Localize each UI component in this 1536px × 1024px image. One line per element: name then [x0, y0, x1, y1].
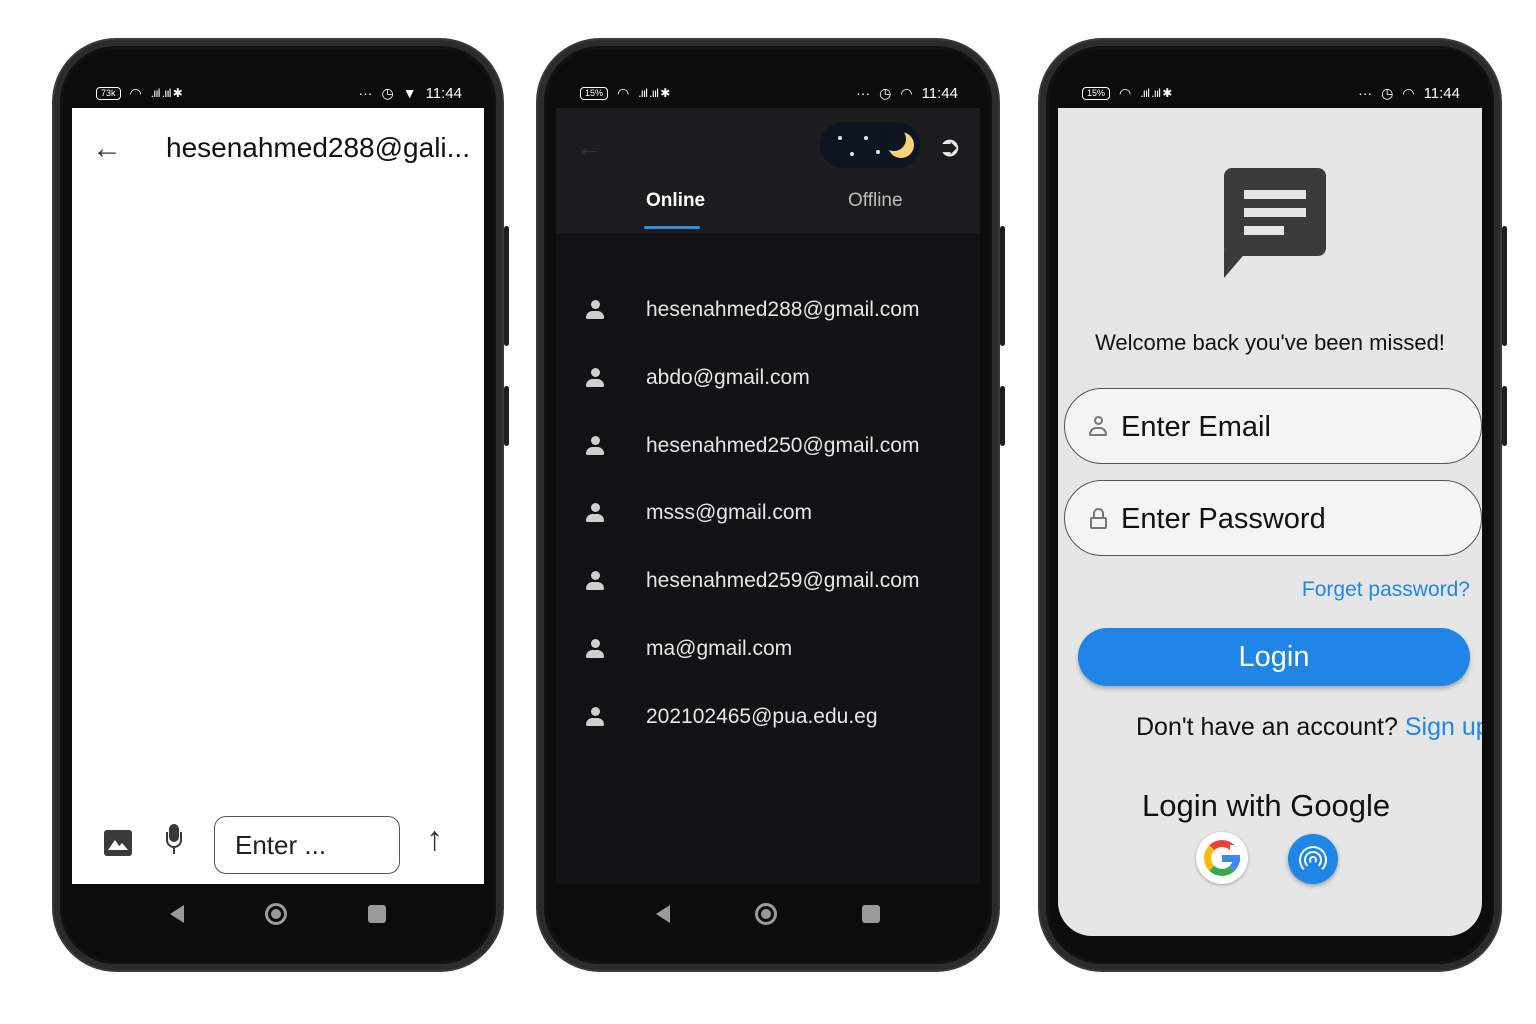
person-icon [586, 436, 604, 456]
wifi-icon: ▼ [402, 85, 417, 101]
signal-icon: .ııl .ııl ✱ [1140, 86, 1172, 100]
more-icon: ··· [358, 85, 373, 101]
wifi-icon: ◠ [129, 84, 142, 101]
status-bar: 73k ◠ .ııl .ııl ✱ ··· ◷ ▼ 11:44 [96, 76, 462, 110]
users-header: ← ➲ Online Offline [556, 108, 980, 233]
password-field[interactable] [1064, 480, 1482, 556]
user-email: 202102465@pua.edu.eg [646, 705, 878, 728]
user-email: ma@gmail.com [646, 637, 793, 660]
wifi-icon: ◠ [617, 84, 630, 101]
user-email: abdo@gmail.com [646, 366, 810, 389]
forgot-password-link[interactable]: Forget password? [1302, 578, 1470, 602]
alarm-icon: ◷ [879, 84, 892, 101]
clock: 11:44 [921, 84, 958, 102]
chat-logo-icon [1224, 168, 1326, 280]
sign-up-link[interactable]: Sign up [1405, 713, 1482, 741]
welcome-text: Welcome back you've been missed! [1095, 330, 1445, 355]
side-button [504, 226, 509, 346]
login-screen: Welcome back you've been missed! Forget … [1058, 108, 1482, 936]
chat-screen: ← hesenahmed288@gali... ↑ [72, 108, 484, 884]
chat-header: ← hesenahmed288@gali... [72, 108, 484, 198]
signup-prompt: Don't have an account? Sign up [1136, 713, 1482, 742]
nav-back-icon[interactable] [656, 905, 671, 923]
wifi-icon: ◠ [1402, 84, 1415, 101]
message-input[interactable] [214, 816, 400, 874]
side-button [1502, 226, 1507, 346]
back-arrow-icon[interactable]: ← [92, 132, 122, 166]
login-button[interactable]: Login [1078, 628, 1470, 686]
send-arrow-icon[interactable]: ↑ [426, 820, 443, 859]
list-item[interactable]: hesenahmed259@gmail.com [556, 551, 980, 611]
clock: 11:44 [425, 84, 462, 102]
person-icon [586, 503, 604, 523]
moon-icon [882, 127, 914, 158]
email-field[interactable] [1064, 388, 1482, 464]
wifi-icon: ◠ [1119, 84, 1132, 101]
list-item[interactable]: msss@gmail.com [556, 483, 980, 543]
back-arrow-icon[interactable]: ← [576, 132, 602, 163]
person-icon [586, 300, 604, 320]
tab-online[interactable]: Online [646, 190, 705, 212]
more-icon: ··· [1358, 85, 1373, 101]
list-item[interactable]: hesenahmed288@gmail.com [556, 280, 980, 340]
message-composer: ↑ [72, 808, 484, 880]
person-icon [586, 707, 604, 727]
list-item[interactable]: hesenahmed250@gmail.com [556, 416, 980, 476]
nav-home-icon[interactable] [264, 903, 287, 925]
wifi-icon: ◠ [900, 84, 913, 101]
nav-home-icon[interactable] [754, 903, 777, 925]
users-screen: ← ➲ Online Offline hesenahmed288@gmail.c… [556, 108, 980, 884]
nav-recents-icon[interactable] [861, 905, 880, 923]
person-icon [1089, 416, 1107, 436]
battery-badge: 73k [96, 86, 121, 100]
password-input[interactable] [1121, 499, 1461, 539]
image-icon[interactable] [104, 830, 132, 856]
signal-icon: .ııl .ııl ✱ [638, 86, 670, 100]
nav-back-icon[interactable] [170, 905, 185, 923]
side-button [1000, 226, 1005, 346]
logout-icon[interactable]: ➲ [938, 130, 961, 163]
tab-offline[interactable]: Offline [848, 190, 903, 212]
fingerprint-button[interactable] [1288, 834, 1338, 884]
side-button [504, 386, 509, 446]
clock: 11:44 [1423, 84, 1460, 102]
status-bar: 15% ◠ .ııl .ııl ✱ ··· ◷ ◠ 11:44 [580, 76, 958, 110]
system-nav-bar [60, 892, 496, 936]
phone-chat: 73k ◠ .ııl .ııl ✱ ··· ◷ ▼ 11:44 ← hesena… [54, 40, 509, 970]
app-screenshots: 73k ◠ .ııl .ııl ✱ ··· ◷ ▼ 11:44 ← hesena… [0, 0, 1536, 1024]
chat-title: hesenahmed288@gali... [166, 132, 470, 163]
lock-icon [1089, 508, 1107, 529]
side-button [1502, 386, 1507, 446]
person-icon [586, 571, 604, 591]
user-email: hesenahmed259@gmail.com [646, 569, 920, 592]
battery-badge: 15% [580, 86, 609, 100]
more-icon: ··· [856, 85, 871, 101]
list-item[interactable]: abdo@gmail.com [556, 348, 980, 408]
email-input[interactable] [1121, 407, 1461, 447]
dark-mode-toggle[interactable] [820, 122, 920, 168]
signal-icon: .ııl .ııl ✱ [150, 86, 183, 100]
alarm-icon: ◷ [1381, 84, 1394, 101]
status-bar: 15% ◠ .ııl .ııl ✱ ··· ◷ ◠ 11:44 [1082, 76, 1460, 110]
list-item[interactable]: 202102465@pua.edu.eg [556, 687, 980, 747]
microphone-icon[interactable] [166, 824, 182, 860]
active-tab-indicator [644, 226, 700, 229]
user-email: hesenahmed250@gmail.com [646, 434, 920, 457]
phone-login: 15% ◠ .ııl .ııl ✱ ··· ◷ ◠ 11:44 Welcome … [1040, 40, 1507, 970]
list-item[interactable]: ma@gmail.com [556, 619, 980, 679]
nav-recents-icon[interactable] [367, 905, 386, 923]
phone-users: 15% ◠ .ııl .ııl ✱ ··· ◷ ◠ 11:44 ← ➲ Onli… [538, 40, 1005, 970]
alarm-icon: ◷ [381, 84, 394, 101]
google-login-title: Login with Google [1142, 788, 1391, 823]
battery-badge: 15% [1082, 86, 1111, 100]
user-email: hesenahmed288@gmail.com [646, 298, 920, 321]
person-icon [586, 639, 604, 659]
no-account-text: Don't have an account? [1136, 713, 1405, 741]
google-login-button[interactable] [1196, 832, 1248, 884]
side-button [1000, 386, 1005, 446]
user-email: msss@gmail.com [646, 501, 813, 524]
system-nav-bar [544, 892, 992, 936]
person-icon [586, 368, 604, 388]
